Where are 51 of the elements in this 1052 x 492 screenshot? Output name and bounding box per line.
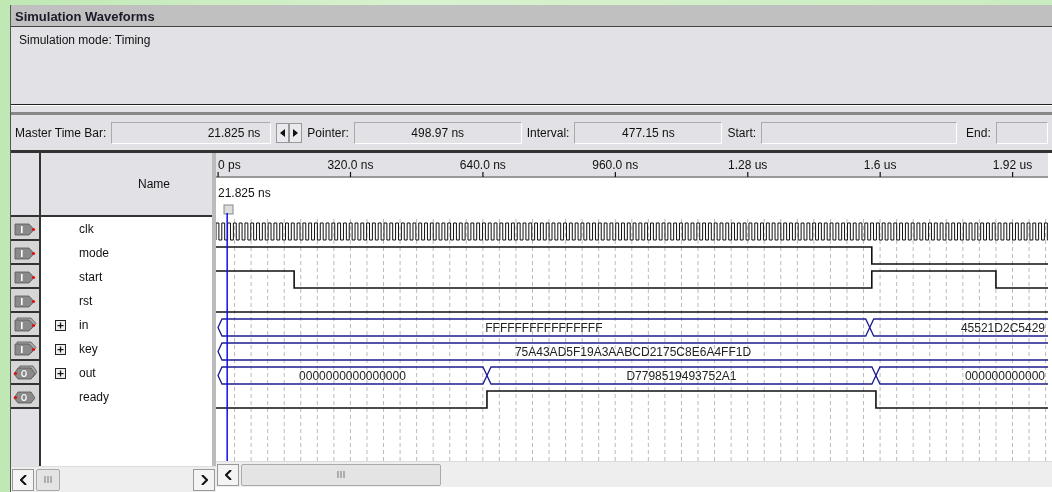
left-arrow-icon: [280, 128, 286, 137]
left-arrow-button[interactable]: [276, 122, 290, 143]
time-field[interactable]: [995, 121, 1048, 144]
field-label: Master Time Bar:: [15, 124, 107, 142]
info-text: Simulation mode: Timing: [19, 33, 151, 47]
cursor-handle[interactable]: [223, 204, 234, 215]
signal-name[interactable]: ready: [79, 388, 110, 406]
time-label: 640.0 ns: [459, 158, 506, 172]
splitter-bar[interactable]: [11, 105, 1052, 115]
bus-value: D7798519493752A1: [626, 368, 737, 383]
time-label: 960.0 ns: [592, 158, 639, 172]
time-label: 1.28 us: [728, 158, 768, 172]
field-label: Start:: [727, 124, 757, 142]
signal-name[interactable]: key: [79, 340, 98, 358]
scroll-left-button[interactable]: [217, 463, 239, 486]
signal-name[interactable]: mode: [79, 244, 110, 262]
time-label: 1.6 us: [863, 158, 897, 172]
time-field[interactable]: 498.97 ns: [353, 121, 522, 144]
cursor-label: 21.825 ns: [218, 186, 271, 200]
column-header: Name: [138, 176, 170, 193]
window-title: Simulation Waveforms: [11, 5, 1052, 27]
grip-icon: [337, 471, 345, 478]
field-label: End:: [966, 124, 991, 142]
signal-name[interactable]: clk: [79, 220, 94, 238]
bus-value: 45521D2C5429: [960, 320, 1045, 335]
bus-value: 0000000000000000: [299, 368, 406, 383]
scrollbar-thumb[interactable]: [241, 463, 441, 486]
signal-name[interactable]: rst: [79, 292, 93, 310]
right-arrow-button[interactable]: [289, 122, 303, 143]
scroll-left-button[interactable]: [12, 468, 34, 491]
expand-icon[interactable]: [54, 367, 66, 379]
expand-icon[interactable]: [54, 319, 66, 331]
scroll-right-button[interactable]: [193, 468, 215, 491]
signal-name[interactable]: out: [79, 364, 96, 382]
time-label: 320.0 ns: [327, 158, 374, 172]
signal-name[interactable]: start: [79, 268, 103, 286]
bus-value: 75A43AD5F19A3AABCD2175C8E6A4FF1D: [514, 344, 752, 359]
time-label: 1.92 us: [992, 158, 1033, 172]
scrollbar-thumb[interactable]: [36, 468, 60, 491]
bus-value: FFFFFFFFFFFFFFFF: [485, 320, 603, 335]
bus-value: 000000000000: [964, 368, 1045, 383]
field-label: Pointer:: [307, 124, 349, 142]
field-label: Interval:: [526, 124, 570, 142]
time-field[interactable]: 21.825 ns: [111, 121, 272, 144]
expand-icon[interactable]: [54, 343, 66, 355]
signal-name[interactable]: in: [79, 316, 89, 334]
grip-icon: [44, 476, 52, 483]
time-field[interactable]: 477.15 ns: [574, 121, 723, 144]
time-label: 0 ps: [218, 158, 241, 172]
right-arrow-icon: [293, 128, 299, 137]
time-field[interactable]: [761, 121, 958, 144]
